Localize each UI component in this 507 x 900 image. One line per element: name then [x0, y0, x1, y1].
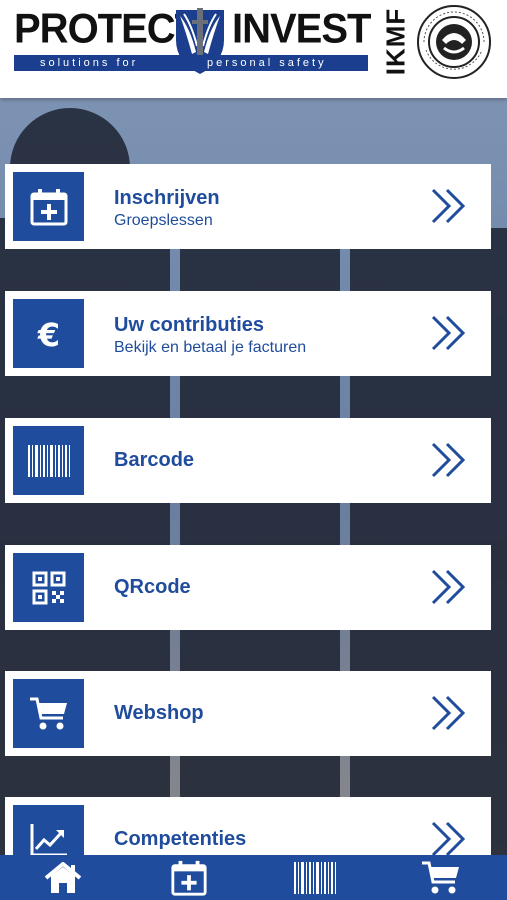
icon-box	[13, 679, 84, 748]
menu-card-webshop[interactable]: Webshop	[5, 671, 491, 756]
tagline-left: solutions for	[40, 57, 139, 69]
cart-icon	[29, 697, 67, 729]
app-header: PROTECT INVEST solutions for personal sa…	[0, 0, 507, 98]
menu-title: Uw contributies	[114, 314, 265, 336]
nav-inschrijven[interactable]	[126, 855, 252, 900]
menu-subtitle: Groepslessen	[114, 212, 213, 229]
icon-box	[13, 172, 84, 241]
icon-box: €	[13, 299, 84, 368]
cart-icon	[422, 861, 459, 893]
ikmf-label: IKMF	[380, 7, 411, 75]
menu-card-contributies[interactable]: € Uw contributies Bekijk en betaal je fa…	[5, 291, 491, 376]
nav-webshop[interactable]	[378, 855, 504, 900]
qrcode-icon	[32, 571, 65, 604]
calendar-plus-icon	[171, 860, 207, 896]
nav-barcode[interactable]	[252, 855, 378, 900]
trend-chart-icon	[30, 823, 67, 856]
menu-card-inschrijven[interactable]: Inschrijven Groepslessen	[5, 164, 491, 249]
menu-subtitle: Bekijk en betaal je facturen	[114, 339, 307, 356]
menu-title: Competenties	[114, 828, 247, 850]
calendar-plus-icon	[30, 188, 67, 225]
nav-home[interactable]	[0, 855, 126, 900]
barcode-icon	[27, 444, 70, 477]
menu-card-qrcode[interactable]: QRcode	[5, 545, 491, 630]
double-chevron-right-icon	[431, 821, 466, 857]
menu-title: Webshop	[114, 702, 204, 724]
icon-box	[13, 553, 84, 622]
double-chevron-right-icon	[431, 315, 466, 351]
svg-text:€: €	[36, 316, 59, 354]
barcode-icon	[294, 861, 336, 894]
euro-icon: €	[36, 316, 59, 354]
home-icon	[44, 861, 82, 893]
double-chevron-right-icon	[431, 569, 466, 605]
icon-box	[13, 426, 84, 495]
ikmf-seal-logo	[417, 5, 491, 79]
tagline-right: personal safety	[207, 57, 327, 69]
menu-card-barcode[interactable]: Barcode	[5, 418, 491, 503]
brand-invest: INVEST	[232, 5, 371, 53]
menu-title: Barcode	[114, 449, 195, 471]
menu-title: Inschrijven	[114, 187, 220, 209]
tagline: solutions for personal safety	[14, 55, 368, 71]
double-chevron-right-icon	[431, 442, 466, 478]
double-chevron-right-icon	[431, 188, 466, 224]
double-chevron-right-icon	[431, 695, 466, 731]
bottom-nav	[0, 855, 507, 900]
menu-title: QRcode	[114, 576, 191, 598]
